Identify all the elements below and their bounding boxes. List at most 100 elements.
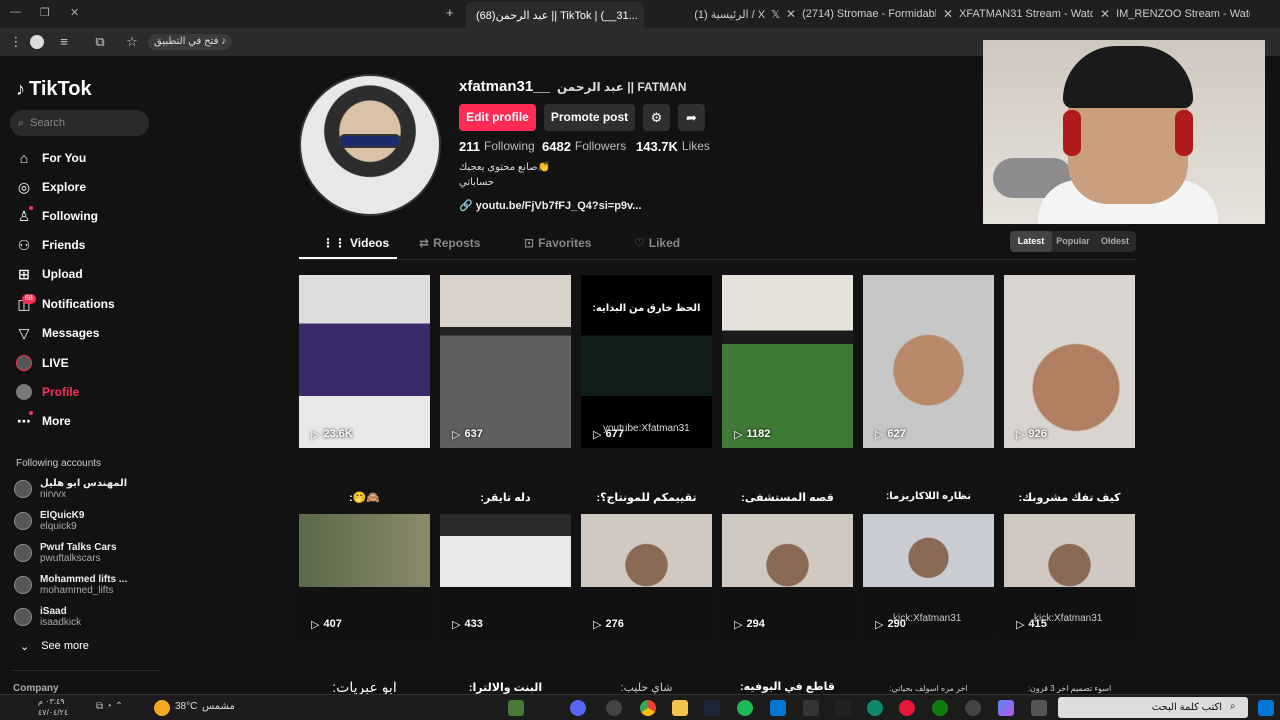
taskbar-search-icon[interactable]: ⌕ xyxy=(1230,701,1236,712)
nav-messages[interactable]: ▽ Messages xyxy=(16,322,100,344)
copilot-icon[interactable] xyxy=(998,700,1014,716)
file-explorer-icon[interactable] xyxy=(672,700,688,716)
app-red-icon[interactable] xyxy=(899,700,915,716)
search-input[interactable]: ⌕ Search xyxy=(10,110,149,136)
video-card[interactable]: ▷ 926 xyxy=(1004,275,1135,448)
minimize-icon[interactable]: — xyxy=(10,6,21,18)
see-more-button[interactable]: ⌄ See more xyxy=(20,640,89,653)
video-card[interactable]: ▷ 407 xyxy=(299,514,430,638)
clock-time[interactable]: ٠٣:٤٩ م xyxy=(38,697,65,706)
video-card[interactable]: ▷ 276 xyxy=(581,514,712,638)
tab-label: Reposts xyxy=(433,236,481,250)
weather-sun-icon[interactable] xyxy=(154,700,170,716)
tab-favorites[interactable]: ⊡ Favorites xyxy=(524,236,591,250)
outlook-icon[interactable] xyxy=(770,700,786,716)
settings-app-icon[interactable] xyxy=(965,700,981,716)
close-tab-icon[interactable]: ✕ xyxy=(943,7,953,21)
discord-icon[interactable] xyxy=(570,700,586,716)
video-thumbnail xyxy=(722,514,853,587)
nav-upload[interactable]: ⊞ Upload xyxy=(16,263,83,285)
video-caption: اسوء تصميم اخر 3 قرون: xyxy=(1027,684,1112,693)
edge-icon[interactable] xyxy=(867,700,883,716)
video-card[interactable]: ▷ 1182 xyxy=(722,275,853,448)
spotify-icon[interactable] xyxy=(737,700,753,716)
menu-dots-icon[interactable]: ⋮ xyxy=(8,34,24,50)
tab-title: (2714) Stromae - Formidable (L... xyxy=(802,8,936,20)
tab-reposts[interactable]: ⇄ Reposts xyxy=(419,236,480,250)
nav-profile[interactable]: Profile xyxy=(16,381,79,403)
video-card[interactable]: ▷ 627 xyxy=(863,275,994,448)
settings-button[interactable]: ⚙ xyxy=(643,104,670,131)
video-card[interactable]: ▷ 23.6K xyxy=(299,275,430,448)
sort-popular[interactable]: Popular xyxy=(1052,231,1094,252)
windows-start-icon[interactable] xyxy=(1258,700,1274,716)
open-in-app-button[interactable]: فتح في التطبيق ♪ xyxy=(148,34,233,50)
sort-latest[interactable]: Latest xyxy=(1010,231,1052,252)
video-card[interactable]: ▷ 637 xyxy=(440,275,571,448)
account-item[interactable]: iSaad isaadkick xyxy=(14,604,81,630)
capcut-icon[interactable] xyxy=(835,700,851,716)
close-window-icon[interactable]: ✕ xyxy=(70,6,79,19)
profile-avatar-icon[interactable] xyxy=(30,35,44,49)
clock-date[interactable]: ٤٧/٠٤/٢٤ xyxy=(38,708,68,717)
account-item[interactable]: ElQuicK9 elquick9 xyxy=(14,508,84,534)
video-overlay-caption: الحظ خارق من البدايه: xyxy=(592,303,701,314)
tab-videos[interactable]: ⋮⋮ Videos xyxy=(322,236,389,250)
terminal-icon[interactable] xyxy=(803,700,819,716)
video-card[interactable]: kick:Xfatman31 ▷ 415 xyxy=(1004,514,1135,638)
video-card[interactable]: kick:Xfatman31 ▷ 290 xyxy=(863,514,994,638)
steam-icon[interactable] xyxy=(704,700,720,716)
bio-link[interactable]: 🔗 youtu.be/FjVb7fFJ_Q4?si=p9v... xyxy=(459,199,642,212)
video-card[interactable]: ▷ 433 xyxy=(440,514,571,638)
nav-live[interactable]: LIVE xyxy=(16,352,69,374)
close-tab-icon[interactable]: ✕ xyxy=(1100,7,1110,21)
nav-friends[interactable]: ⚇ Friends xyxy=(16,234,86,256)
nav-label: Notifications xyxy=(42,297,115,311)
account-item[interactable]: المهندس ابو هليل nirvvx xyxy=(14,476,127,502)
taskbar-search-input[interactable]: اكتب كلمة البحث xyxy=(1058,697,1248,718)
widgets-icon[interactable] xyxy=(1031,700,1047,716)
video-card[interactable]: الحظ خارق من البدايه: youtube:Xfatman31 … xyxy=(581,275,712,448)
close-tab-icon[interactable]: ✕ xyxy=(786,7,796,21)
account-item[interactable]: Mohammed lifts ... mohammed_lifts xyxy=(14,572,127,598)
tab-liked[interactable]: ♡ Liked xyxy=(634,236,680,250)
tab-youtube[interactable]: ✕ (2714) Stromae - Formidable (L... ▶ xyxy=(786,4,936,24)
tiktok-logo[interactable]: ♪ TikTok xyxy=(16,78,92,101)
account-item[interactable]: Pwuf Talks Cars pwuftalkscars xyxy=(14,540,117,566)
xbox-icon[interactable] xyxy=(932,700,948,716)
extensions-icon[interactable]: ⧉ xyxy=(92,34,108,50)
minecraft-icon[interactable] xyxy=(508,700,524,716)
share-button[interactable]: ➦ xyxy=(678,104,705,131)
following-stat[interactable]: 211 Following xyxy=(459,139,535,154)
tab-tiktok[interactable]: (68)عبد الرحمن || TikTok | (__31... ♪ ✕ xyxy=(466,2,644,28)
followers-count: 6482 xyxy=(542,139,571,154)
weather-label[interactable]: مشمس xyxy=(202,701,235,712)
followers-stat[interactable]: 6482 Followers xyxy=(542,139,626,154)
tray-icons[interactable]: ⧉ ◔ ⌃ xyxy=(96,701,123,712)
nav-explore[interactable]: ◎ Explore xyxy=(16,176,86,198)
weather-temp[interactable]: 38°C xyxy=(175,701,197,712)
profile-avatar[interactable] xyxy=(299,74,441,216)
play-icon: ▷ xyxy=(593,429,602,441)
reading-list-icon[interactable]: ≡ xyxy=(56,34,72,50)
video-thumbnail xyxy=(440,275,571,448)
view-count-value: 926 xyxy=(1028,428,1047,440)
chrome-icon[interactable] xyxy=(640,700,656,716)
bookmark-star-icon[interactable]: ☆ xyxy=(124,34,140,50)
restore-icon[interactable]: ❐ xyxy=(40,6,50,19)
bio-link-text: youtu.be/FjVb7fFJ_Q4?si=p9v... xyxy=(475,200,642,212)
link-icon: 🔗 xyxy=(459,200,473,212)
nav-for-you[interactable]: ⌂ For You xyxy=(16,147,86,169)
sort-oldest[interactable]: Oldest xyxy=(1094,231,1136,252)
promote-post-button[interactable]: Promote post xyxy=(544,104,635,131)
tab-kick-xfatman[interactable]: ✕ XFATMAN31 Stream - Watch Li... K xyxy=(943,4,1093,24)
edit-profile-button[interactable]: Edit profile xyxy=(459,104,536,131)
tab-x[interactable]: (1) الرئيسية / X 𝕏 xyxy=(660,4,780,24)
new-tab-icon[interactable]: + xyxy=(446,5,454,20)
tab-kick-renzoo[interactable]: ✕ IM_RENZOO Stream - Watch Li... K xyxy=(1100,4,1250,24)
obs-icon[interactable] xyxy=(606,700,622,716)
video-card[interactable]: ▷ 294 xyxy=(722,514,853,638)
company-link[interactable]: Company xyxy=(13,683,59,694)
nav-more[interactable]: ⋯ More xyxy=(16,410,71,432)
tab-label: Favorites xyxy=(538,236,592,250)
